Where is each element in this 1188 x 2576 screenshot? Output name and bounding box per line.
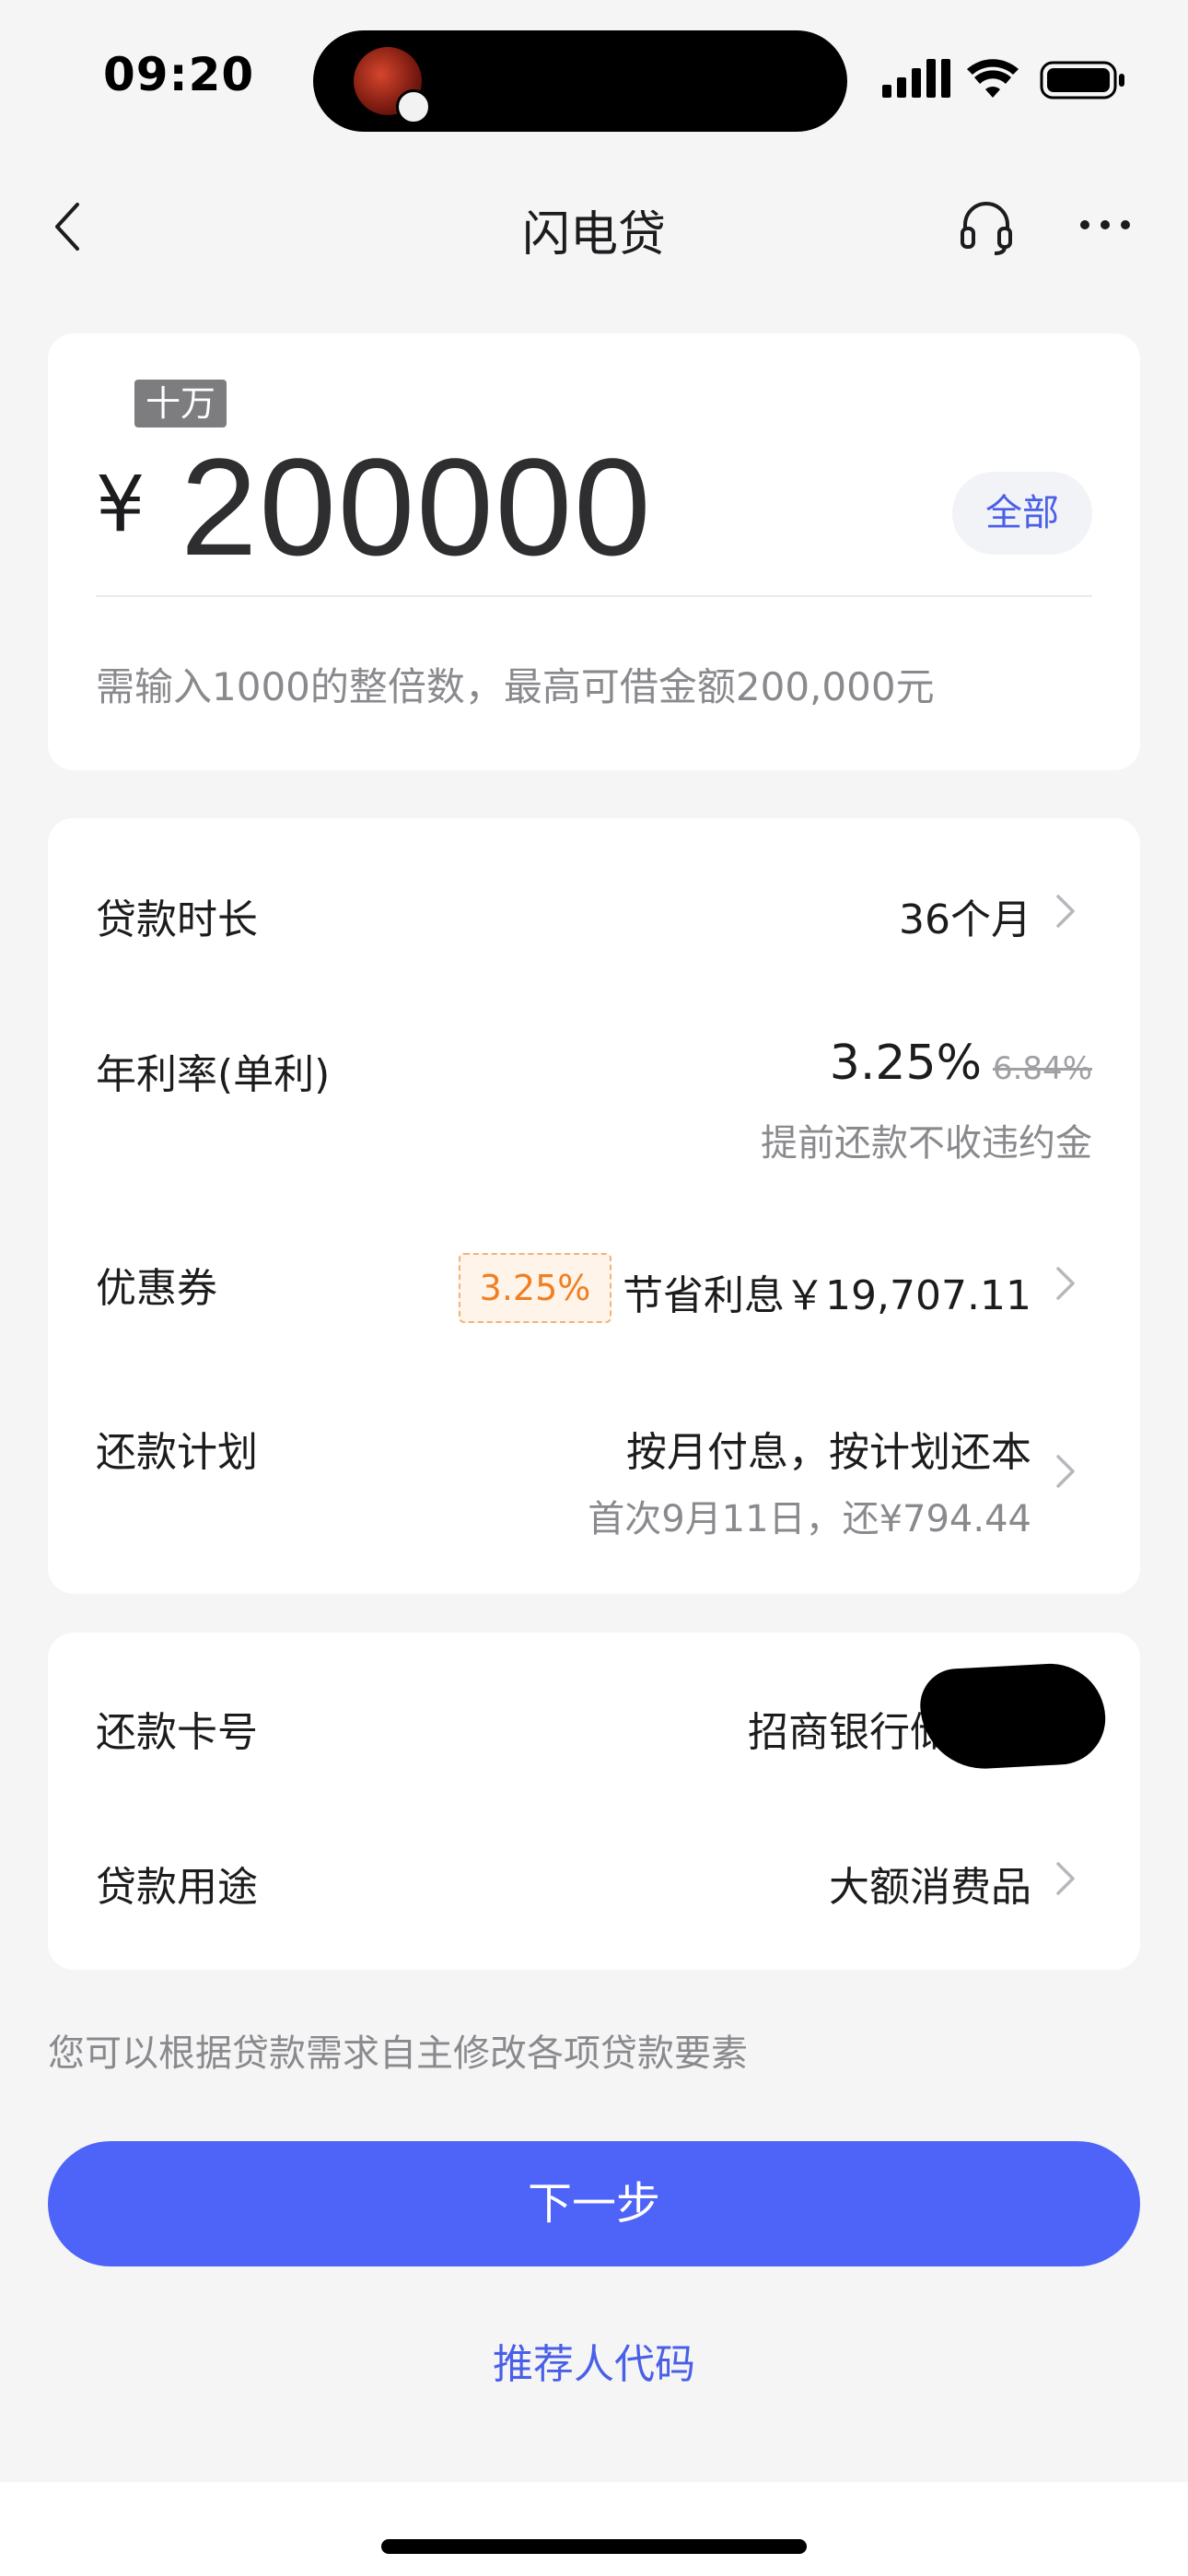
term-value: 36个月 — [899, 896, 1031, 943]
repayment-card-label: 还款卡号 — [96, 1709, 258, 1756]
coupon-tag: 3.25% — [459, 1253, 611, 1323]
plan-label: 还款计划 — [96, 1429, 258, 1476]
status-icons — [882, 59, 1124, 100]
rate-original: 6.84% — [992, 1050, 1092, 1087]
chevron-right-icon — [1056, 1267, 1075, 1300]
battery-icon — [1040, 61, 1124, 100]
coupon-value: 节省利息￥19,707.11 — [623, 1272, 1031, 1319]
headset-icon[interactable] — [958, 199, 1015, 256]
term-label: 贷款时长 — [96, 896, 258, 943]
plan-note: 首次9月11日，还¥794.44 — [588, 1498, 1031, 1540]
currency-symbol: ¥ — [96, 459, 146, 549]
loan-purpose-label: 贷款用途 — [96, 1864, 258, 1911]
wifi-icon — [967, 59, 1019, 98]
amount-divider — [96, 595, 1092, 597]
loan-amount-input[interactable]: 200000 — [181, 433, 653, 580]
more-icon[interactable] — [1077, 217, 1133, 232]
borrow-all-button[interactable]: 全部 — [952, 472, 1092, 555]
coupon-label: 优惠券 — [96, 1265, 217, 1312]
home-indicator[interactable] — [381, 2539, 807, 2554]
next-step-button[interactable]: 下一步 — [48, 2141, 1140, 2266]
referral-code-link[interactable]: 推荐人代码 — [0, 2331, 1188, 2390]
home-indicator-area — [0, 2482, 1188, 2576]
redaction-mark — [918, 1660, 1108, 1773]
rate-note: 提前还款不收违约金 — [761, 1122, 1092, 1165]
plan-value: 按月付息，按计划还本 — [626, 1429, 1031, 1476]
chevron-right-icon — [1056, 1862, 1075, 1895]
footer-hint: 您可以根据贷款需求自主修改各项贷款要素 — [48, 2032, 748, 2075]
chevron-right-icon — [1056, 1455, 1075, 1488]
signal-icon — [882, 59, 950, 98]
dynamic-island — [313, 30, 847, 132]
amount-unit-badge: 十万 — [134, 380, 227, 427]
loan-purpose-value: 大额消费品 — [829, 1864, 1031, 1911]
chevron-right-icon — [1056, 895, 1075, 928]
ghost-badge-icon — [396, 89, 431, 124]
rate-values: 3.25% 6.84% — [830, 1036, 1092, 1091]
rate-value: 3.25% — [829, 1036, 982, 1091]
status-time: 09:20 — [103, 48, 255, 101]
rate-label: 年利率(单利) — [96, 1051, 331, 1098]
amount-hint: 需输入1000的整倍数，最高可借金额200,000元 — [96, 664, 935, 709]
